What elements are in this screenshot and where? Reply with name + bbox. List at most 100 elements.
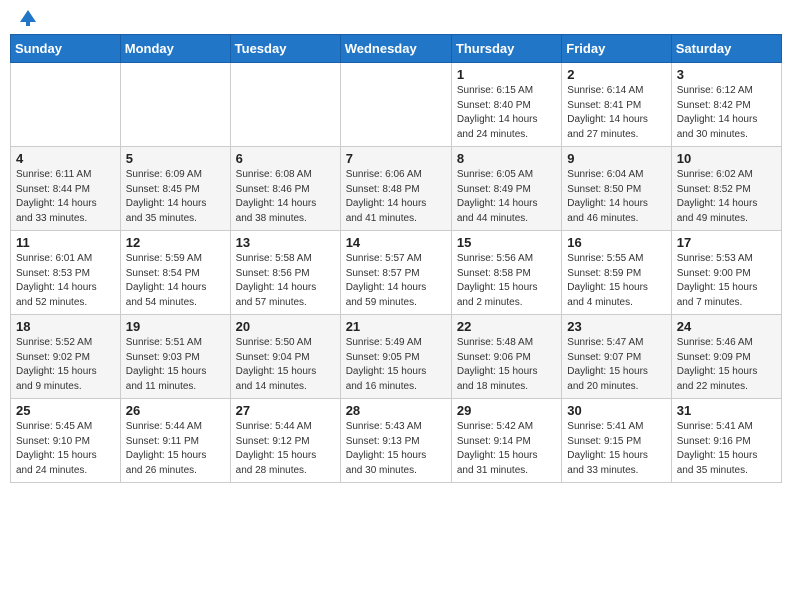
day-info: Sunrise: 6:11 AM Sunset: 8:44 PM Dayligh… [16, 168, 115, 226]
calendar-cell: 5Sunrise: 6:09 AM Sunset: 8:45 PM Daylig… [120, 147, 230, 231]
day-header-saturday: Saturday [671, 35, 781, 63]
day-number: 3 [677, 67, 776, 82]
calendar-header-row: SundayMondayTuesdayWednesdayThursdayFrid… [11, 35, 782, 63]
calendar-cell: 21Sunrise: 5:49 AM Sunset: 9:05 PM Dayli… [340, 315, 451, 399]
day-info: Sunrise: 5:47 AM Sunset: 9:07 PM Dayligh… [567, 336, 665, 394]
day-header-thursday: Thursday [451, 35, 561, 63]
calendar-cell: 25 Sunrise: 5:45 AM Sunset: 9:10 PM Dayli… [11, 399, 121, 483]
day-info: Sunrise: 6:15 AM Sunset: 8:40 PM Dayligh… [457, 84, 556, 142]
day-info: Sunrise: 5:53 AM Sunset: 9:00 PM Dayligh… [677, 252, 776, 310]
day-number: 22 [457, 319, 556, 334]
day-number: 2 [567, 67, 665, 82]
day-info: Sunrise: 5:58 AM Sunset: 8:56 PM Dayligh… [236, 252, 335, 310]
day-number: 20 [236, 319, 335, 334]
day-header-monday: Monday [120, 35, 230, 63]
logo [14, 10, 38, 26]
calendar-cell: 8Sunrise: 6:05 AM Sunset: 8:49 PM Daylig… [451, 147, 561, 231]
day-number: 26 [126, 403, 225, 418]
day-info: Sunrise: 6:02 AM Sunset: 8:52 PM Dayligh… [677, 168, 776, 226]
calendar-cell: 7Sunrise: 6:06 AM Sunset: 8:48 PM Daylig… [340, 147, 451, 231]
day-info: Sunrise: 6:04 AM Sunset: 8:50 PM Dayligh… [567, 168, 665, 226]
calendar-cell: 20 Sunrise: 5:50 AM Sunset: 9:04 PM Dayli… [230, 315, 340, 399]
calendar-cell: 19Sunrise: 5:51 AM Sunset: 9:03 PM Dayli… [120, 315, 230, 399]
calendar-table: SundayMondayTuesdayWednesdayThursdayFrid… [10, 34, 782, 483]
day-number: 28 [346, 403, 446, 418]
calendar-cell: 15Sunrise: 5:56 AM Sunset: 8:58 PM Dayli… [451, 231, 561, 315]
day-info: Sunrise: 5:55 AM Sunset: 8:59 PM Dayligh… [567, 252, 665, 310]
day-number: 16 [567, 235, 665, 250]
calendar-week-5: 25 Sunrise: 5:45 AM Sunset: 9:10 PM Dayli… [11, 399, 782, 483]
day-number: 24 [677, 319, 776, 334]
calendar-cell: 22 Sunrise: 5:48 AM Sunset: 9:06 PM Dayli… [451, 315, 561, 399]
day-header-tuesday: Tuesday [230, 35, 340, 63]
calendar-cell: 12Sunrise: 5:59 AM Sunset: 8:54 PM Dayli… [120, 231, 230, 315]
calendar-week-3: 11Sunrise: 6:01 AM Sunset: 8:53 PM Dayli… [11, 231, 782, 315]
day-number: 12 [126, 235, 225, 250]
day-number: 27 [236, 403, 335, 418]
day-number: 14 [346, 235, 446, 250]
day-info: Sunrise: 5:51 AM Sunset: 9:03 PM Dayligh… [126, 336, 225, 394]
day-info: Sunrise: 5:46 AM Sunset: 9:09 PM Dayligh… [677, 336, 776, 394]
calendar-cell: 3 Sunrise: 6:12 AM Sunset: 8:42 PM Daylig… [671, 63, 781, 147]
day-number: 6 [236, 151, 335, 166]
day-info: Sunrise: 6:12 AM Sunset: 8:42 PM Dayligh… [677, 84, 776, 142]
day-header-sunday: Sunday [11, 35, 121, 63]
calendar-cell: 30 Sunrise: 5:41 AM Sunset: 9:15 PM Dayli… [562, 399, 671, 483]
day-number: 7 [346, 151, 446, 166]
day-number: 4 [16, 151, 115, 166]
calendar-cell [11, 63, 121, 147]
day-info: Sunrise: 5:57 AM Sunset: 8:57 PM Dayligh… [346, 252, 446, 310]
calendar-cell [230, 63, 340, 147]
day-number: 9 [567, 151, 665, 166]
day-number: 31 [677, 403, 776, 418]
day-number: 29 [457, 403, 556, 418]
day-number: 25 [16, 403, 115, 418]
day-header-friday: Friday [562, 35, 671, 63]
calendar-cell: 11Sunrise: 6:01 AM Sunset: 8:53 PM Dayli… [11, 231, 121, 315]
calendar-week-1: 1 Sunrise: 6:15 AM Sunset: 8:40 PM Daylig… [11, 63, 782, 147]
day-info: Sunrise: 5:43 AM Sunset: 9:13 PM Dayligh… [346, 420, 446, 478]
day-header-wednesday: Wednesday [340, 35, 451, 63]
day-number: 13 [236, 235, 335, 250]
day-number: 10 [677, 151, 776, 166]
logo-icon [16, 8, 38, 26]
day-info: Sunrise: 6:01 AM Sunset: 8:53 PM Dayligh… [16, 252, 115, 310]
calendar-cell: 28 Sunrise: 5:43 AM Sunset: 9:13 PM Dayli… [340, 399, 451, 483]
day-number: 15 [457, 235, 556, 250]
day-info: Sunrise: 6:14 AM Sunset: 8:41 PM Dayligh… [567, 84, 665, 142]
calendar-cell: 13 Sunrise: 5:58 AM Sunset: 8:56 PM Dayli… [230, 231, 340, 315]
calendar-cell: 10 Sunrise: 6:02 AM Sunset: 8:52 PM Dayli… [671, 147, 781, 231]
day-info: Sunrise: 5:44 AM Sunset: 9:11 PM Dayligh… [126, 420, 225, 478]
calendar-cell [120, 63, 230, 147]
day-number: 30 [567, 403, 665, 418]
day-info: Sunrise: 5:42 AM Sunset: 9:14 PM Dayligh… [457, 420, 556, 478]
day-info: Sunrise: 5:49 AM Sunset: 9:05 PM Dayligh… [346, 336, 446, 394]
calendar-cell [340, 63, 451, 147]
calendar-cell: 9 Sunrise: 6:04 AM Sunset: 8:50 PM Daylig… [562, 147, 671, 231]
calendar-cell: 1 Sunrise: 6:15 AM Sunset: 8:40 PM Daylig… [451, 63, 561, 147]
day-number: 23 [567, 319, 665, 334]
day-info: Sunrise: 5:50 AM Sunset: 9:04 PM Dayligh… [236, 336, 335, 394]
day-info: Sunrise: 5:48 AM Sunset: 9:06 PM Dayligh… [457, 336, 556, 394]
calendar-cell: 14 Sunrise: 5:57 AM Sunset: 8:57 PM Dayli… [340, 231, 451, 315]
calendar-cell: 24 Sunrise: 5:46 AM Sunset: 9:09 PM Dayli… [671, 315, 781, 399]
day-info: Sunrise: 5:41 AM Sunset: 9:16 PM Dayligh… [677, 420, 776, 478]
day-number: 8 [457, 151, 556, 166]
calendar-cell: 27 Sunrise: 5:44 AM Sunset: 9:12 PM Dayli… [230, 399, 340, 483]
day-number: 1 [457, 67, 556, 82]
calendar-week-2: 4 Sunrise: 6:11 AM Sunset: 8:44 PM Daylig… [11, 147, 782, 231]
day-info: Sunrise: 5:45 AM Sunset: 9:10 PM Dayligh… [16, 420, 115, 478]
calendar-week-4: 18Sunrise: 5:52 AM Sunset: 9:02 PM Dayli… [11, 315, 782, 399]
calendar-cell: 29 Sunrise: 5:42 AM Sunset: 9:14 PM Dayli… [451, 399, 561, 483]
day-info: Sunrise: 6:08 AM Sunset: 8:46 PM Dayligh… [236, 168, 335, 226]
calendar-cell: 31 Sunrise: 5:41 AM Sunset: 9:16 PM Dayli… [671, 399, 781, 483]
day-number: 17 [677, 235, 776, 250]
calendar-cell: 16 Sunrise: 5:55 AM Sunset: 8:59 PM Dayli… [562, 231, 671, 315]
calendar-cell: 18Sunrise: 5:52 AM Sunset: 9:02 PM Dayli… [11, 315, 121, 399]
day-number: 18 [16, 319, 115, 334]
day-info: Sunrise: 5:41 AM Sunset: 9:15 PM Dayligh… [567, 420, 665, 478]
calendar-cell: 26 Sunrise: 5:44 AM Sunset: 9:11 PM Dayli… [120, 399, 230, 483]
page-header [10, 10, 782, 26]
calendar-cell: 23 Sunrise: 5:47 AM Sunset: 9:07 PM Dayli… [562, 315, 671, 399]
day-info: Sunrise: 5:44 AM Sunset: 9:12 PM Dayligh… [236, 420, 335, 478]
